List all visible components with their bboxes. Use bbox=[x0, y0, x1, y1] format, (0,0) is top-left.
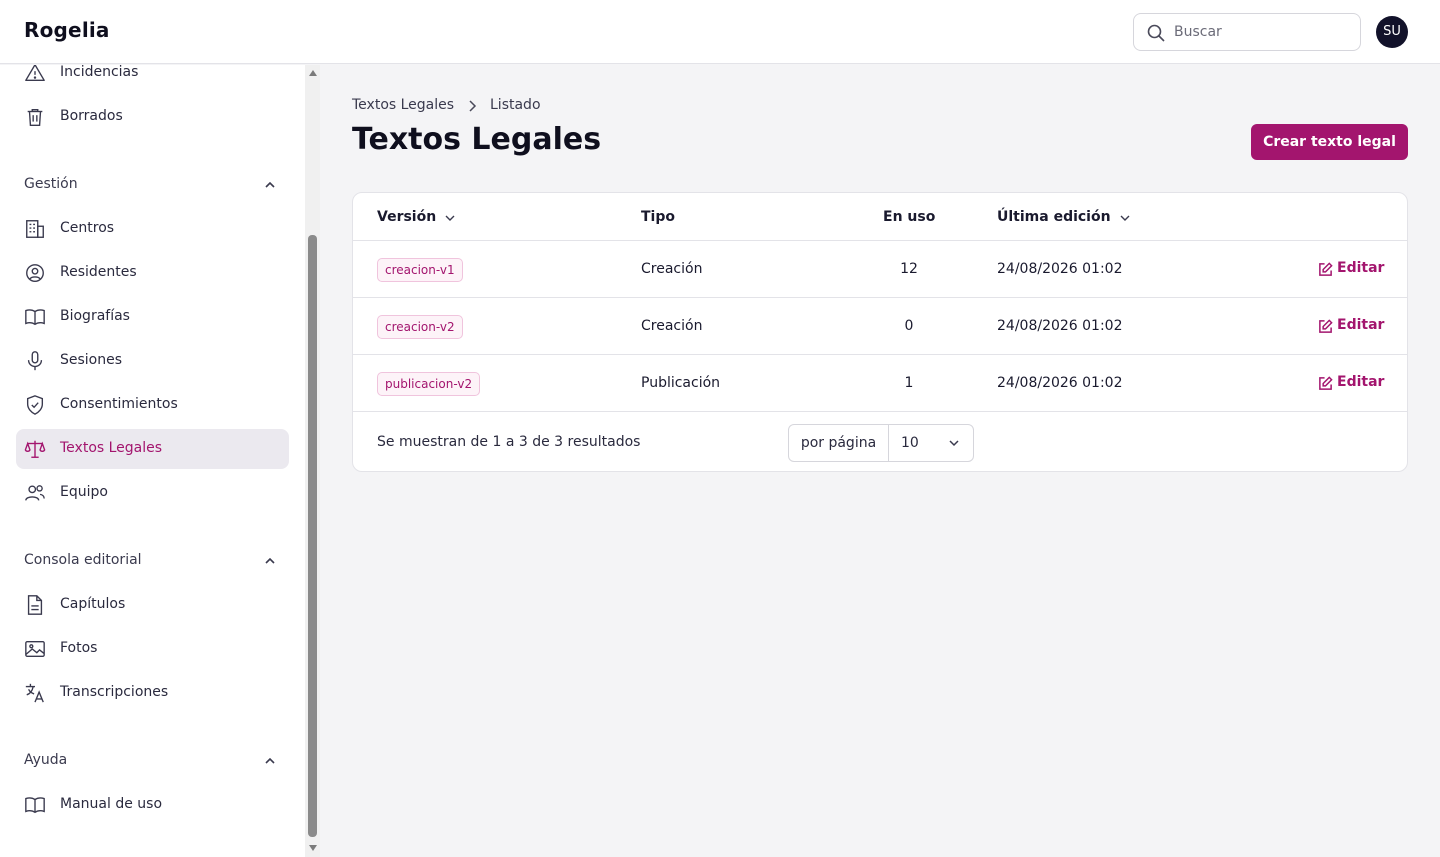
edit-label: Editar bbox=[1337, 374, 1385, 390]
breadcrumb-listado: Listado bbox=[490, 97, 541, 113]
per-page-value: 10 bbox=[901, 435, 919, 451]
sidebar-scrollbar[interactable] bbox=[305, 65, 320, 857]
sidebar-item-manual-de-uso[interactable]: Manual de uso bbox=[16, 785, 289, 825]
user-circle-icon bbox=[26, 264, 44, 282]
warning-icon bbox=[25, 65, 45, 82]
legal-texts-table: Versión Tipo En uso Última edición creac… bbox=[352, 192, 1408, 472]
brand-logo[interactable]: Rogelia bbox=[24, 18, 110, 42]
sidebar-item-textos-legales[interactable]: Textos Legales bbox=[16, 429, 289, 469]
create-legal-text-button[interactable]: Crear texto legal bbox=[1251, 124, 1408, 160]
in-use-cell: 0 bbox=[904, 318, 914, 334]
sidebar-group-ayuda[interactable]: Ayuda bbox=[24, 749, 284, 773]
sidebar-item-label: Residentes bbox=[60, 264, 137, 280]
book-icon bbox=[25, 309, 45, 326]
microphone-icon bbox=[27, 351, 43, 371]
sidebar-item-residentes[interactable]: Residentes bbox=[16, 253, 289, 293]
sidebar-item-label: Textos Legales bbox=[60, 440, 163, 456]
sidebar-item-sesiones[interactable]: Sesiones bbox=[16, 341, 289, 381]
column-header-version[interactable]: Versión bbox=[377, 209, 436, 225]
sidebar-item-label: Capítulos bbox=[60, 596, 126, 612]
users-icon bbox=[25, 485, 45, 501]
photo-icon bbox=[25, 640, 45, 658]
shield-check-icon bbox=[26, 395, 44, 415]
sidebar-item-label: Transcripciones bbox=[60, 684, 169, 700]
edit-icon bbox=[1319, 376, 1333, 390]
chevron-up-icon bbox=[265, 557, 275, 564]
table-row: creacion-v1 Creación 12 24/08/2026 01:02… bbox=[353, 241, 1407, 298]
in-use-cell: 1 bbox=[904, 375, 914, 391]
sidebar-item-label: Manual de uso bbox=[60, 796, 163, 812]
sidebar-item-label: Sesiones bbox=[60, 352, 123, 368]
edit-icon bbox=[1319, 262, 1333, 276]
scroll-up-arrow[interactable] bbox=[309, 70, 317, 76]
per-page-select[interactable]: por página 10 bbox=[788, 424, 974, 462]
language-icon bbox=[25, 683, 44, 703]
building-icon bbox=[26, 220, 44, 238]
user-avatar[interactable]: SU bbox=[1376, 16, 1408, 48]
chevron-up-icon bbox=[265, 757, 275, 764]
sidebar-item-borrados[interactable]: Borrados bbox=[16, 97, 289, 137]
scroll-down-arrow[interactable] bbox=[309, 845, 317, 851]
per-page-label: por página bbox=[789, 425, 889, 461]
top-bar: Rogelia Buscar SU bbox=[0, 0, 1440, 64]
last-edit-cell: 24/08/2026 01:02 bbox=[997, 375, 1123, 391]
chevron-right-icon bbox=[469, 100, 477, 112]
search-icon bbox=[1147, 24, 1165, 42]
sidebar-item-centros[interactable]: Centros bbox=[16, 209, 289, 249]
sidebar-item-label: Equipo bbox=[60, 484, 108, 500]
sidebar-item-label: Biografías bbox=[60, 308, 130, 324]
sidebar-group-title: Gestión bbox=[24, 176, 78, 192]
sidebar-item-biografias[interactable]: Biografías bbox=[16, 297, 289, 337]
chevron-up-icon bbox=[265, 181, 275, 188]
sidebar-item-incidencias[interactable]: Incidencias bbox=[16, 65, 289, 93]
table-row: publicacion-v2 Publicación 1 24/08/2026 … bbox=[353, 355, 1407, 412]
table-row: creacion-v2 Creación 0 24/08/2026 01:02 … bbox=[353, 298, 1407, 355]
chevron-down-icon bbox=[949, 440, 959, 447]
column-header-type: Tipo bbox=[641, 209, 675, 225]
sidebar-item-label: Centros bbox=[60, 220, 115, 236]
version-badge: publicacion-v2 bbox=[377, 372, 481, 396]
sidebar-item-consentimientos[interactable]: Consentimientos bbox=[16, 385, 289, 425]
document-icon bbox=[27, 595, 43, 615]
in-use-cell: 12 bbox=[900, 261, 918, 277]
edit-label: Editar bbox=[1337, 260, 1385, 276]
type-cell: Publicación bbox=[641, 375, 721, 391]
sidebar-group-consola-editorial[interactable]: Consola editorial bbox=[24, 549, 284, 573]
book-icon bbox=[25, 797, 45, 814]
sidebar-item-fotos[interactable]: Fotos bbox=[16, 629, 289, 669]
page-title: Textos Legales bbox=[352, 122, 602, 157]
edit-icon bbox=[1319, 319, 1333, 333]
column-header-last-edit[interactable]: Última edición bbox=[997, 209, 1111, 225]
sidebar: Incidencias Borrados Gestión Centros Res… bbox=[0, 65, 320, 857]
sidebar-group-title: Consola editorial bbox=[24, 552, 142, 568]
type-cell: Creación bbox=[641, 261, 703, 277]
version-badge: creacion-v2 bbox=[377, 315, 463, 339]
column-header-in-use: En uso bbox=[883, 209, 936, 225]
sidebar-item-transcripciones[interactable]: Transcripciones bbox=[16, 673, 289, 713]
scale-icon bbox=[24, 440, 46, 458]
last-edit-cell: 24/08/2026 01:02 bbox=[997, 261, 1123, 277]
sidebar-group-title: Ayuda bbox=[24, 752, 68, 768]
search-input[interactable]: Buscar bbox=[1133, 13, 1361, 51]
sort-chevron-icon[interactable] bbox=[1118, 211, 1132, 225]
sidebar-item-capitulos[interactable]: Capítulos bbox=[16, 585, 289, 625]
last-edit-cell: 24/08/2026 01:02 bbox=[997, 318, 1123, 334]
search-placeholder: Buscar bbox=[1174, 24, 1222, 40]
table-header: Versión Tipo En uso Última edición bbox=[353, 193, 1407, 241]
sort-chevron-icon[interactable] bbox=[443, 211, 457, 225]
edit-label: Editar bbox=[1337, 317, 1385, 333]
sidebar-item-label: Consentimientos bbox=[60, 396, 178, 412]
breadcrumb-textos-legales[interactable]: Textos Legales bbox=[352, 97, 454, 113]
results-summary: Se muestran de 1 a 3 de 3 resultados bbox=[377, 434, 641, 450]
version-badge: creacion-v1 bbox=[377, 258, 463, 282]
sidebar-item-label: Borrados bbox=[60, 108, 123, 124]
type-cell: Creación bbox=[641, 318, 703, 334]
sidebar-group-gestion[interactable]: Gestión bbox=[24, 173, 284, 197]
sidebar-item-label: Fotos bbox=[60, 640, 98, 656]
trash-icon bbox=[27, 108, 43, 126]
scroll-thumb[interactable] bbox=[308, 235, 317, 837]
sidebar-item-label: Incidencias bbox=[60, 65, 139, 80]
sidebar-item-equipo[interactable]: Equipo bbox=[16, 473, 289, 513]
